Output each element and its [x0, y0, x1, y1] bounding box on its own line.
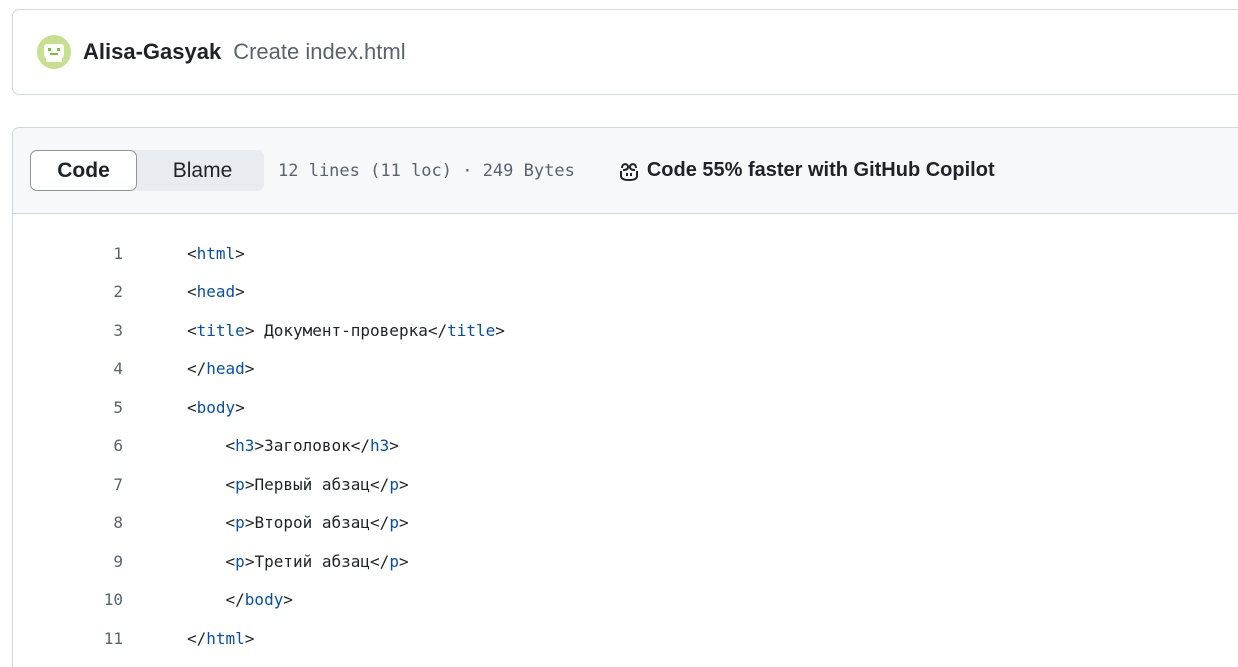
line-content: </html>: [187, 629, 254, 648]
tag-name: p: [235, 551, 245, 571]
code-line: 5 <body>: [13, 388, 1238, 427]
code-text: >: [235, 282, 245, 302]
tag-name: p: [389, 513, 399, 533]
code-line: 8 <p>Второй абзац</p>: [13, 504, 1238, 543]
tab-code[interactable]: Code: [30, 150, 137, 191]
tag-name: head: [196, 282, 236, 302]
line-number[interactable]: 6: [13, 436, 123, 455]
code-text: <: [187, 282, 197, 302]
code-text: <: [225, 474, 236, 494]
code-line: 3 <title> Документ-проверка</title>: [13, 311, 1238, 350]
code-text: >Второй абзац</: [244, 513, 390, 533]
tag-name: html: [206, 628, 245, 648]
tag-name: title: [196, 320, 245, 340]
tag-name: h3: [370, 436, 390, 456]
code-text: </: [187, 628, 207, 648]
code-text: >: [495, 320, 505, 340]
file-viewer: Code Blame 12 lines (11 loc) · 249 Bytes…: [12, 127, 1238, 667]
code-line: 7 <p>Первый абзац</p>: [13, 465, 1238, 504]
tag-name: title: [447, 320, 496, 340]
line-content: <p>Третий абзац</p>: [187, 552, 409, 571]
code-text: <: [225, 436, 236, 456]
tag-name: html: [196, 243, 236, 263]
user-avatar[interactable]: [37, 35, 71, 69]
code-text: >: [398, 474, 409, 494]
copilot-label: Code 55% faster with GitHub Copilot: [646, 159, 995, 181]
latest-commit-bar: Alisa-Gasyak Create index.html: [12, 9, 1238, 95]
view-mode-toggle: Code Blame: [30, 150, 264, 191]
code-text: >: [244, 628, 255, 648]
code-text: <: [187, 397, 197, 417]
code-line: 1 <html>: [13, 234, 1238, 273]
code-text: >: [389, 436, 399, 456]
copilot-promo-link[interactable]: Code 55% faster with GitHub Copilot: [617, 159, 995, 183]
line-number[interactable]: 9: [13, 552, 123, 571]
code-text: >: [398, 551, 409, 571]
tag-name: head: [206, 359, 245, 379]
line-content: <head>: [187, 282, 245, 301]
line-content: </head>: [187, 359, 254, 378]
avatar-icon: [44, 44, 64, 62]
commit-author-link[interactable]: Alisa-Gasyak: [83, 39, 221, 65]
tag-name: body: [244, 590, 284, 610]
code-text: >Заголовок</: [254, 436, 371, 456]
code-text: >: [235, 397, 245, 417]
code-line: 10 </body>: [13, 581, 1238, 620]
line-number[interactable]: 11: [13, 629, 123, 648]
tag-name: p: [235, 513, 245, 533]
code-text: >: [244, 359, 255, 379]
line-number[interactable]: 7: [13, 475, 123, 494]
file-header: Code Blame 12 lines (11 loc) · 249 Bytes…: [13, 128, 1238, 214]
line-content: <body>: [187, 398, 245, 417]
tag-name: body: [196, 397, 236, 417]
tag-name: p: [389, 551, 399, 571]
code-line: 9 <p>Третий абзац</p>: [13, 542, 1238, 581]
code-text: </: [187, 359, 207, 379]
code-text: >: [398, 513, 409, 533]
tag-name: p: [235, 474, 245, 494]
line-number[interactable]: 4: [13, 359, 123, 378]
code-text: >: [235, 243, 245, 263]
code-line: 4 </head>: [13, 350, 1238, 389]
line-number[interactable]: 3: [13, 321, 123, 340]
line-number[interactable]: 1: [13, 244, 123, 263]
tab-blame[interactable]: Blame: [137, 150, 264, 191]
line-number[interactable]: 8: [13, 513, 123, 532]
code-text: >: [283, 590, 293, 610]
line-number[interactable]: 5: [13, 398, 123, 417]
tag-name: p: [389, 474, 399, 494]
code-text: <: [225, 513, 236, 533]
copilot-icon: [617, 159, 641, 183]
tag-name: h3: [235, 436, 255, 456]
line-content: <p>Второй абзац</p>: [187, 513, 409, 532]
code-text: > Документ-проверка</: [244, 320, 448, 340]
line-content: <title> Документ-проверка</title>: [187, 321, 505, 340]
line-number[interactable]: 10: [13, 590, 123, 609]
code-text: <: [187, 320, 197, 340]
code-line: 11 </html>: [13, 619, 1238, 658]
line-content: <p>Первый абзац</p>: [187, 475, 409, 494]
code-text: <: [225, 551, 236, 571]
code-text: >Первый абзац</: [244, 474, 390, 494]
code-line: 2 <head>: [13, 273, 1238, 312]
line-content: <html>: [187, 244, 245, 263]
code-view: 1 <html> 2 <head> 3 <title> Документ-проверка…: [13, 214, 1238, 658]
file-info: 12 lines (11 loc) · 249 Bytes: [278, 160, 575, 181]
line-content: </body>: [187, 590, 293, 609]
line-content: <h3>Заголовок</h3>: [187, 436, 399, 455]
code-text: </: [225, 590, 245, 610]
commit-message-link[interactable]: Create index.html: [233, 39, 405, 65]
code-text: >Третий абзац</: [244, 551, 390, 571]
code-line: 6 <h3>Заголовок</h3>: [13, 427, 1238, 466]
code-text: <: [187, 243, 197, 263]
line-number[interactable]: 2: [13, 282, 123, 301]
